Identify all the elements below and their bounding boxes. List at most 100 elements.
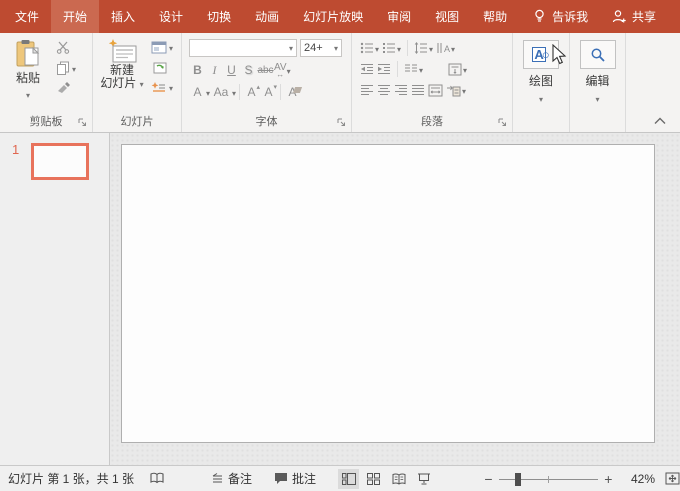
distribute-text-button[interactable] (428, 84, 443, 97)
character-spacing-button[interactable]: AV ↔ (274, 62, 287, 79)
reading-view-button[interactable] (388, 469, 409, 489)
cut-button[interactable] (56, 41, 70, 54)
new-slide-button[interactable]: 新建 幻灯片 (99, 38, 145, 94)
tab-file[interactable]: 文件 (3, 0, 51, 33)
share-button[interactable]: 共享 (602, 0, 666, 33)
tab-help[interactable]: 帮助 (471, 0, 519, 33)
tab-transitions[interactable]: 切换 (195, 0, 243, 33)
copy-button[interactable] (56, 61, 76, 75)
group-paragraph: A (352, 33, 513, 132)
zoom-out-button[interactable]: − (484, 471, 492, 487)
lightbulb-icon (533, 9, 546, 24)
font-name-dropdown-arrow-icon[interactable] (289, 42, 293, 54)
columns-dropdown-arrow-icon[interactable] (419, 62, 423, 76)
drawing-dropdown-arrow-icon[interactable] (539, 91, 543, 105)
drawing-circle-icon: ○ (541, 47, 550, 62)
spell-check-button[interactable] (150, 472, 165, 485)
notes-icon (212, 472, 223, 482)
group-editing: 编辑 (570, 33, 626, 132)
underline-button[interactable]: U (223, 63, 240, 77)
decrease-indent-button[interactable] (360, 63, 374, 75)
bold-button[interactable]: B (189, 63, 206, 77)
font-size-combobox[interactable]: 24+ (300, 39, 342, 57)
mouse-cursor (551, 44, 568, 66)
bullets-dropdown-arrow-icon[interactable] (375, 41, 379, 55)
ribbon-tail (626, 33, 680, 132)
spacing-arrows-icon: ↔ (276, 69, 285, 79)
new-slide-dropdown-arrow-icon[interactable] (140, 77, 144, 90)
font-dialog-launcher[interactable] (337, 118, 347, 128)
comments-button[interactable]: 批注 (274, 470, 316, 487)
normal-view-button[interactable] (338, 468, 360, 489)
spacing-dropdown-arrow-icon[interactable] (287, 63, 291, 77)
bullets-button[interactable] (360, 41, 379, 55)
fit-slide-to-window-button[interactable] (665, 472, 680, 485)
tab-review[interactable]: 审阅 (375, 0, 423, 33)
slide-number-label: 1 (12, 142, 20, 157)
editing-dropdown-arrow-icon[interactable] (595, 91, 599, 105)
tab-insert[interactable]: 插入 (99, 0, 147, 33)
line-spacing-dropdown-arrow-icon[interactable] (429, 41, 433, 55)
slide-thumbnail[interactable] (31, 143, 89, 180)
group-slides: 新建 幻灯片 幻灯片 (93, 33, 182, 132)
change-case-dropdown-arrow-icon[interactable] (232, 85, 236, 99)
layout-button[interactable] (151, 40, 173, 54)
tab-design[interactable]: 设计 (147, 0, 195, 33)
tab-slideshow[interactable]: 幻灯片放映 (291, 0, 375, 33)
align-left-button[interactable] (360, 84, 374, 96)
font-size-value: 24+ (304, 42, 323, 54)
zoom-slider[interactable] (498, 472, 599, 486)
format-painter-button[interactable] (56, 82, 71, 94)
section-button[interactable] (151, 80, 173, 94)
line-spacing-button[interactable] (414, 41, 433, 55)
paste-button[interactable]: 粘贴 (8, 39, 48, 101)
shrink-font-button[interactable]: A ▾ (260, 84, 278, 99)
clear-formatting-button[interactable]: A (284, 85, 301, 99)
slide-sorter-view-button[interactable] (363, 469, 384, 489)
change-case-button[interactable]: Aa (210, 85, 232, 99)
tab-view[interactable]: 视图 (423, 0, 471, 33)
align-text-button[interactable] (448, 62, 467, 76)
zoom-slider-thumb[interactable] (514, 472, 521, 486)
tell-me[interactable]: 告诉我 (523, 0, 598, 33)
justify-button[interactable] (411, 84, 425, 96)
convert-smartart-button[interactable] (446, 83, 466, 97)
font-color-button[interactable]: A (189, 85, 206, 99)
italic-button[interactable]: I (206, 63, 223, 78)
section-dropdown-arrow-icon[interactable] (169, 80, 173, 94)
collapse-ribbon-button[interactable] (654, 117, 666, 125)
zoom-level[interactable]: 42% (624, 472, 655, 486)
align-right-button[interactable] (394, 84, 408, 96)
align-text-dropdown-arrow-icon[interactable] (463, 62, 467, 76)
reset-slide-button[interactable] (151, 60, 173, 74)
paste-dropdown-arrow-icon[interactable] (26, 87, 30, 101)
font-name-combobox[interactable] (189, 39, 297, 57)
slide-canvas[interactable] (121, 144, 655, 443)
drawing-button[interactable]: 绘图 (513, 72, 569, 89)
smartart-dropdown-arrow-icon[interactable] (462, 83, 466, 97)
layout-dropdown-arrow-icon[interactable] (169, 40, 173, 54)
clipboard-dialog-launcher[interactable] (78, 118, 88, 128)
numbering-dropdown-arrow-icon[interactable] (397, 41, 401, 55)
font-size-dropdown-arrow-icon[interactable] (334, 42, 338, 54)
magnifier-icon (591, 48, 605, 62)
notes-button[interactable]: 备注 (211, 470, 252, 487)
align-center-button[interactable] (377, 84, 391, 96)
numbering-button[interactable] (382, 41, 401, 55)
paragraph-dialog-launcher[interactable] (498, 118, 508, 128)
increase-indent-button[interactable] (377, 63, 391, 75)
zoom-in-button[interactable]: + (604, 471, 612, 487)
tab-home[interactable]: 开始 (51, 0, 100, 33)
paste-label: 粘贴 (15, 71, 40, 85)
grow-font-button[interactable]: A ▴ (243, 84, 261, 99)
editing-button[interactable]: 编辑 (570, 72, 625, 89)
slideshow-view-button[interactable] (413, 469, 434, 489)
paste-clipboard-icon (15, 39, 42, 69)
text-direction-button[interactable]: A (436, 41, 455, 55)
strikethrough-button[interactable]: abc (257, 65, 274, 76)
text-direction-dropdown-arrow-icon[interactable] (451, 41, 455, 55)
columns-button[interactable] (404, 62, 423, 76)
tab-animations[interactable]: 动画 (243, 0, 291, 33)
copy-dropdown-arrow-icon[interactable] (72, 61, 76, 75)
text-shadow-button[interactable]: S (240, 63, 257, 77)
